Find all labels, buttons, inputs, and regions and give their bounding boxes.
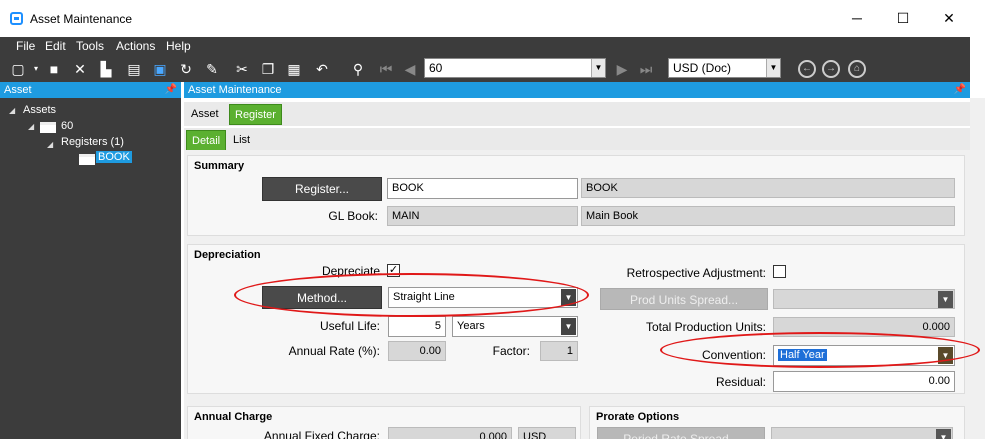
register-description: BOOK (581, 178, 955, 198)
last-record-icon[interactable]: ⏭ (636, 59, 656, 79)
home-icon[interactable]: ⌂ (848, 60, 866, 78)
register-id-field[interactable]: BOOK (387, 178, 578, 199)
forward-icon[interactable]: → (822, 60, 840, 78)
record-selector[interactable]: 60 ▼ (424, 58, 606, 78)
residual-input[interactable]: 0.00 (773, 371, 955, 392)
total-production-units-label: Total Production Units: (645, 320, 766, 334)
tab-register[interactable]: Register (229, 104, 282, 125)
annual-charge-section: Annual Charge Annual Fixed Charge: 0.000… (187, 406, 581, 439)
menu-edit[interactable]: Edit (45, 39, 66, 53)
chevron-down-icon[interactable]: ▼ (561, 318, 576, 335)
useful-life-unit-select[interactable]: Years ▼ (452, 316, 578, 337)
refresh-icon[interactable]: ↻ (176, 59, 196, 79)
useful-life-input[interactable]: 5 (388, 316, 446, 337)
chevron-down-icon[interactable]: ▼ (766, 59, 780, 77)
factor-label: Factor: (492, 344, 530, 358)
prod-units-spread-button[interactable]: Prod Units Spread... (600, 288, 768, 310)
annual-rate-value: 0.00 (388, 341, 446, 361)
window-title: Asset Maintenance (30, 12, 133, 26)
period-rate-spread-button[interactable]: Period Rate Spread... (597, 427, 765, 439)
menu-file[interactable]: File (16, 39, 35, 53)
tree-node-asset[interactable]: 60 (61, 120, 73, 132)
menu-bar: File Edit Tools Actions Help (0, 37, 970, 55)
annual-fixed-charge-value: 0.000 (388, 427, 512, 439)
new-icon[interactable]: ▢ (8, 59, 28, 79)
vertical-scrollbar[interactable] (970, 98, 985, 439)
save-icon[interactable]: ■ (44, 59, 64, 79)
new-dropdown-icon[interactable]: ▾ (26, 59, 46, 79)
minimize-button[interactable]: ─ (834, 4, 880, 32)
annual-rate-label: Annual Rate (%): (288, 344, 380, 358)
retrospective-adjustment-label: Retrospective Adjustment: (626, 266, 766, 280)
right-panel-header: Asset Maintenance 📌 (184, 82, 970, 98)
prorate-options-section: Prorate Options Period Rate Spread... ▼ (589, 406, 965, 439)
annotation-circle (234, 273, 589, 317)
menu-tools[interactable]: Tools (76, 39, 104, 53)
pin-icon[interactable]: 📌 (954, 82, 966, 98)
tab-list[interactable]: List (228, 130, 255, 151)
summary-section: Summary Register... BOOK BOOK GL Book: M… (187, 155, 965, 236)
cut-icon[interactable]: ✂ (232, 59, 252, 79)
prev-record-icon[interactable]: ◀ (400, 59, 420, 79)
attach-icon[interactable]: ▤ (124, 59, 144, 79)
gl-book-label: GL Book: (328, 209, 378, 223)
paste-icon[interactable]: ▦ (284, 59, 304, 79)
gl-book-description: Main Book (581, 206, 955, 226)
broom-icon[interactable]: ✎ (202, 59, 222, 79)
clear-icon[interactable]: ▙ (96, 59, 116, 79)
tree-panel-header: Asset 📌 (0, 82, 181, 98)
currency-selector[interactable]: USD (Doc) ▼ (668, 58, 781, 78)
tree-panel: Asset 📌 ◢ Assets ◢ 60 ◢ Registers (1) BO… (0, 82, 181, 439)
tree-node-assets[interactable]: Assets (23, 104, 56, 116)
tree-node-book[interactable]: BOOK (96, 151, 132, 163)
menu-actions[interactable]: Actions (116, 39, 155, 53)
tab-asset[interactable]: Asset (186, 104, 224, 125)
useful-life-label: Useful Life: (319, 319, 380, 333)
copy-icon[interactable]: ❐ (258, 59, 278, 79)
folder-icon (40, 122, 56, 133)
factor-value: 1 (540, 341, 578, 361)
menu-help[interactable]: Help (166, 39, 191, 53)
asset-maintenance-panel: Asset Maintenance 📌 Asset Register Detai… (184, 82, 970, 439)
expand-icon[interactable]: ◢ (47, 140, 53, 149)
expand-icon[interactable]: ◢ (28, 122, 34, 131)
print-icon[interactable]: ▣ (150, 59, 170, 79)
undo-icon[interactable]: ↶ (312, 59, 332, 79)
annotation-circle (660, 332, 980, 368)
prorate-select[interactable]: ▼ (771, 427, 953, 439)
close-button[interactable]: ✕ (926, 4, 972, 32)
search-icon[interactable]: ⚲ (348, 59, 368, 79)
pin-icon[interactable]: 📌 (165, 82, 177, 98)
maximize-button[interactable]: ☐ (880, 4, 926, 32)
annual-fixed-charge-label: Annual Fixed Charge: (263, 429, 380, 439)
chevron-down-icon[interactable]: ▼ (936, 429, 951, 439)
sub-tabs: Detail List (184, 128, 970, 152)
tree-node-registers[interactable]: Registers (1) (61, 136, 124, 148)
back-icon[interactable]: ← (798, 60, 816, 78)
section-title: Prorate Options (596, 411, 680, 423)
expand-icon[interactable]: ◢ (9, 106, 15, 115)
first-record-icon[interactable]: ⏮ (376, 59, 396, 79)
delete-icon[interactable]: ✕ (70, 59, 90, 79)
tab-detail[interactable]: Detail (186, 130, 227, 151)
annual-charge-currency: USD (518, 427, 576, 439)
section-title: Summary (194, 160, 245, 172)
section-title: Annual Charge (194, 411, 273, 423)
title-bar: Asset Maintenance ─ ☐ ✕ (0, 0, 985, 37)
next-record-icon[interactable]: ▶ (612, 59, 632, 79)
depreciation-section: Depreciation Depreciate ✓ Method... Stra… (187, 244, 965, 394)
prod-units-select[interactable]: ▼ (773, 289, 955, 309)
app-icon (10, 12, 23, 25)
register-button[interactable]: Register... (262, 177, 382, 201)
section-title: Depreciation (194, 249, 261, 261)
folder-icon (79, 154, 95, 165)
gl-book-id: MAIN (387, 206, 578, 226)
main-tabs: Asset Register (184, 102, 970, 126)
chevron-down-icon[interactable]: ▼ (591, 59, 605, 77)
residual-label: Residual: (715, 375, 766, 389)
retrospective-adjustment-checkbox[interactable] (773, 265, 786, 278)
chevron-down-icon[interactable]: ▼ (938, 291, 953, 308)
